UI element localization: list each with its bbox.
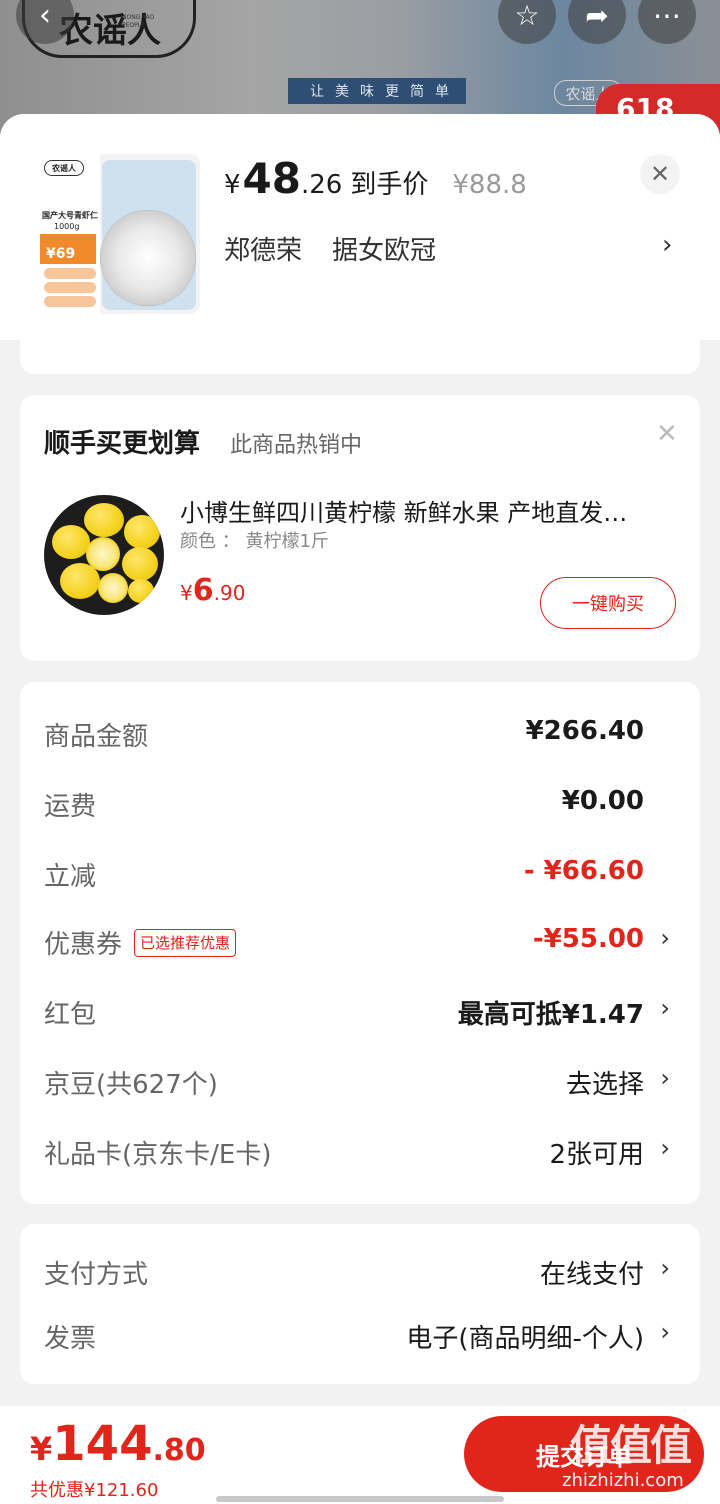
summary-value: 去选择 [565, 1070, 644, 1100]
total-price: ¥ 144 .80 [30, 1416, 206, 1472]
payment-method-row[interactable]: 支付方式 在线支付 › [20, 1236, 700, 1306]
product-thumbnail: 农谣人 国产大号青虾仁 1000g ¥69 [40, 154, 200, 314]
chevron-right-icon: › [660, 1134, 670, 1162]
close-icon: ✕ [649, 160, 671, 188]
header-card-bottom [20, 340, 700, 374]
coupon-selected-badge: 已选推荐优惠 [134, 928, 237, 957]
chevron-right-icon[interactable]: › [662, 230, 672, 260]
invoice-value: 电子(商品明细-个人) [406, 1324, 644, 1354]
invoice-row[interactable]: 发票 电子(商品明细-个人) › [20, 1300, 700, 1370]
chevron-right-icon: › [660, 1064, 670, 1092]
product-header: 农谣人 国产大号青虾仁 1000g ¥69 ¥ 48 .26 到手价 ¥88.8… [0, 114, 720, 340]
final-price-label: 到手价 [350, 170, 429, 200]
summary-label: 运费 [44, 792, 97, 822]
home-indicator[interactable] [216, 1496, 504, 1502]
final-price: ¥ 48 .26 到手价 ¥88.8 [224, 154, 527, 203]
summary-row-shipping: 运费 ¥0.00 [20, 768, 700, 838]
summary-value: - ¥66.60 [523, 856, 644, 886]
chevron-right-icon: › [660, 1254, 670, 1282]
summary-value: 2张可用 [549, 1140, 644, 1170]
summary-label: 优惠券 [44, 930, 123, 960]
checkout-sheet: 农谣人 国产大号青虾仁 1000g ¥69 ¥ 48 .26 到手价 ¥88.8… [0, 114, 720, 1504]
recommend-card: 顺手买更划算 此商品热销中 ✕ 小博生鲜四川黄柠檬 新鲜水果 产地直发… 颜色 … [20, 395, 700, 661]
chevron-right-icon: › [660, 994, 670, 1022]
checkout-bottom-bar: ¥ 144 .80 共优惠¥121.60 提交订单 [0, 1406, 720, 1504]
summary-label: 京豆(共627个) [44, 1070, 218, 1100]
thumbnail-promo-price: ¥69 [40, 234, 96, 264]
lemon-product-image[interactable] [44, 495, 164, 615]
recommend-product-price: ¥ 6 .90 [180, 573, 246, 608]
summary-row-coupon[interactable]: 优惠券 已选推荐优惠 -¥55.00 › [20, 906, 700, 976]
spec-value-2: 据女欧冠 [332, 236, 437, 266]
summary-value: 最高可抵¥1.47 [457, 1000, 644, 1030]
shrimp-plate-image [100, 210, 196, 306]
recommend-close-icon[interactable]: ✕ [656, 419, 678, 449]
recommend-subtitle: 此商品热销中 [230, 433, 363, 458]
brand-slogan: 让美味更简单 [288, 78, 466, 104]
chevron-right-icon: › [660, 924, 670, 952]
summary-row-discount: 立减 - ¥66.60 [20, 838, 700, 908]
original-price: ¥88.8 [452, 170, 527, 200]
submit-order-button[interactable]: 提交订单 [464, 1416, 704, 1492]
thumbnail-title: 国产大号青虾仁 [42, 211, 98, 220]
thumbnail-weight: 1000g [54, 222, 80, 231]
summary-row-red-packet[interactable]: 红包 最高可抵¥1.47 › [20, 976, 700, 1046]
summary-value: ¥0.00 [561, 786, 644, 816]
payment-value: 在线支付 [539, 1260, 644, 1290]
chevron-right-icon: › [660, 1318, 670, 1346]
total-saved: 共优惠¥121.60 [30, 1480, 159, 1501]
summary-label: 商品金额 [44, 722, 149, 752]
summary-label: 红包 [44, 1000, 97, 1030]
summary-value: -¥55.00 [532, 924, 644, 954]
payment-label: 支付方式 [44, 1260, 149, 1290]
recommend-product-name[interactable]: 小博生鲜四川黄柠檬 新鲜水果 产地直发… [180, 493, 680, 528]
close-button[interactable]: ✕ [640, 154, 680, 194]
summary-label: 立减 [44, 862, 97, 892]
invoice-label: 发票 [44, 1324, 97, 1354]
recommend-title: 顺手买更划算 [44, 429, 201, 459]
summary-row-jingdou[interactable]: 京豆(共627个) 去选择 › [20, 1046, 700, 1116]
spec-value-1: 郑德荣 [224, 236, 303, 266]
payment-card: 支付方式 在线支付 › 发票 电子(商品明细-个人) › [20, 1224, 700, 1384]
thumbnail-brand: 农谣人 [44, 160, 84, 176]
spec-selector[interactable]: 郑德荣 据女欧冠 [224, 230, 436, 267]
price-summary-card: 商品金额 ¥266.40 运费 ¥0.00 立减 - ¥66.60 优惠券 已选… [20, 682, 700, 1204]
one-click-buy-button[interactable]: 一键购买 [540, 577, 676, 629]
summary-label: 礼品卡(京东卡/E卡) [44, 1140, 272, 1170]
brand-logo-subtitle: NONG YAO PEOPLE [122, 14, 155, 29]
recommend-product-attr: 颜色 ： 黄柠檬1斤 [180, 531, 329, 552]
summary-value: ¥266.40 [525, 716, 644, 746]
summary-row-gift-card[interactable]: 礼品卡(京东卡/E卡) 2张可用 › [20, 1116, 700, 1186]
summary-row-goods-amount: 商品金额 ¥266.40 [20, 698, 700, 768]
